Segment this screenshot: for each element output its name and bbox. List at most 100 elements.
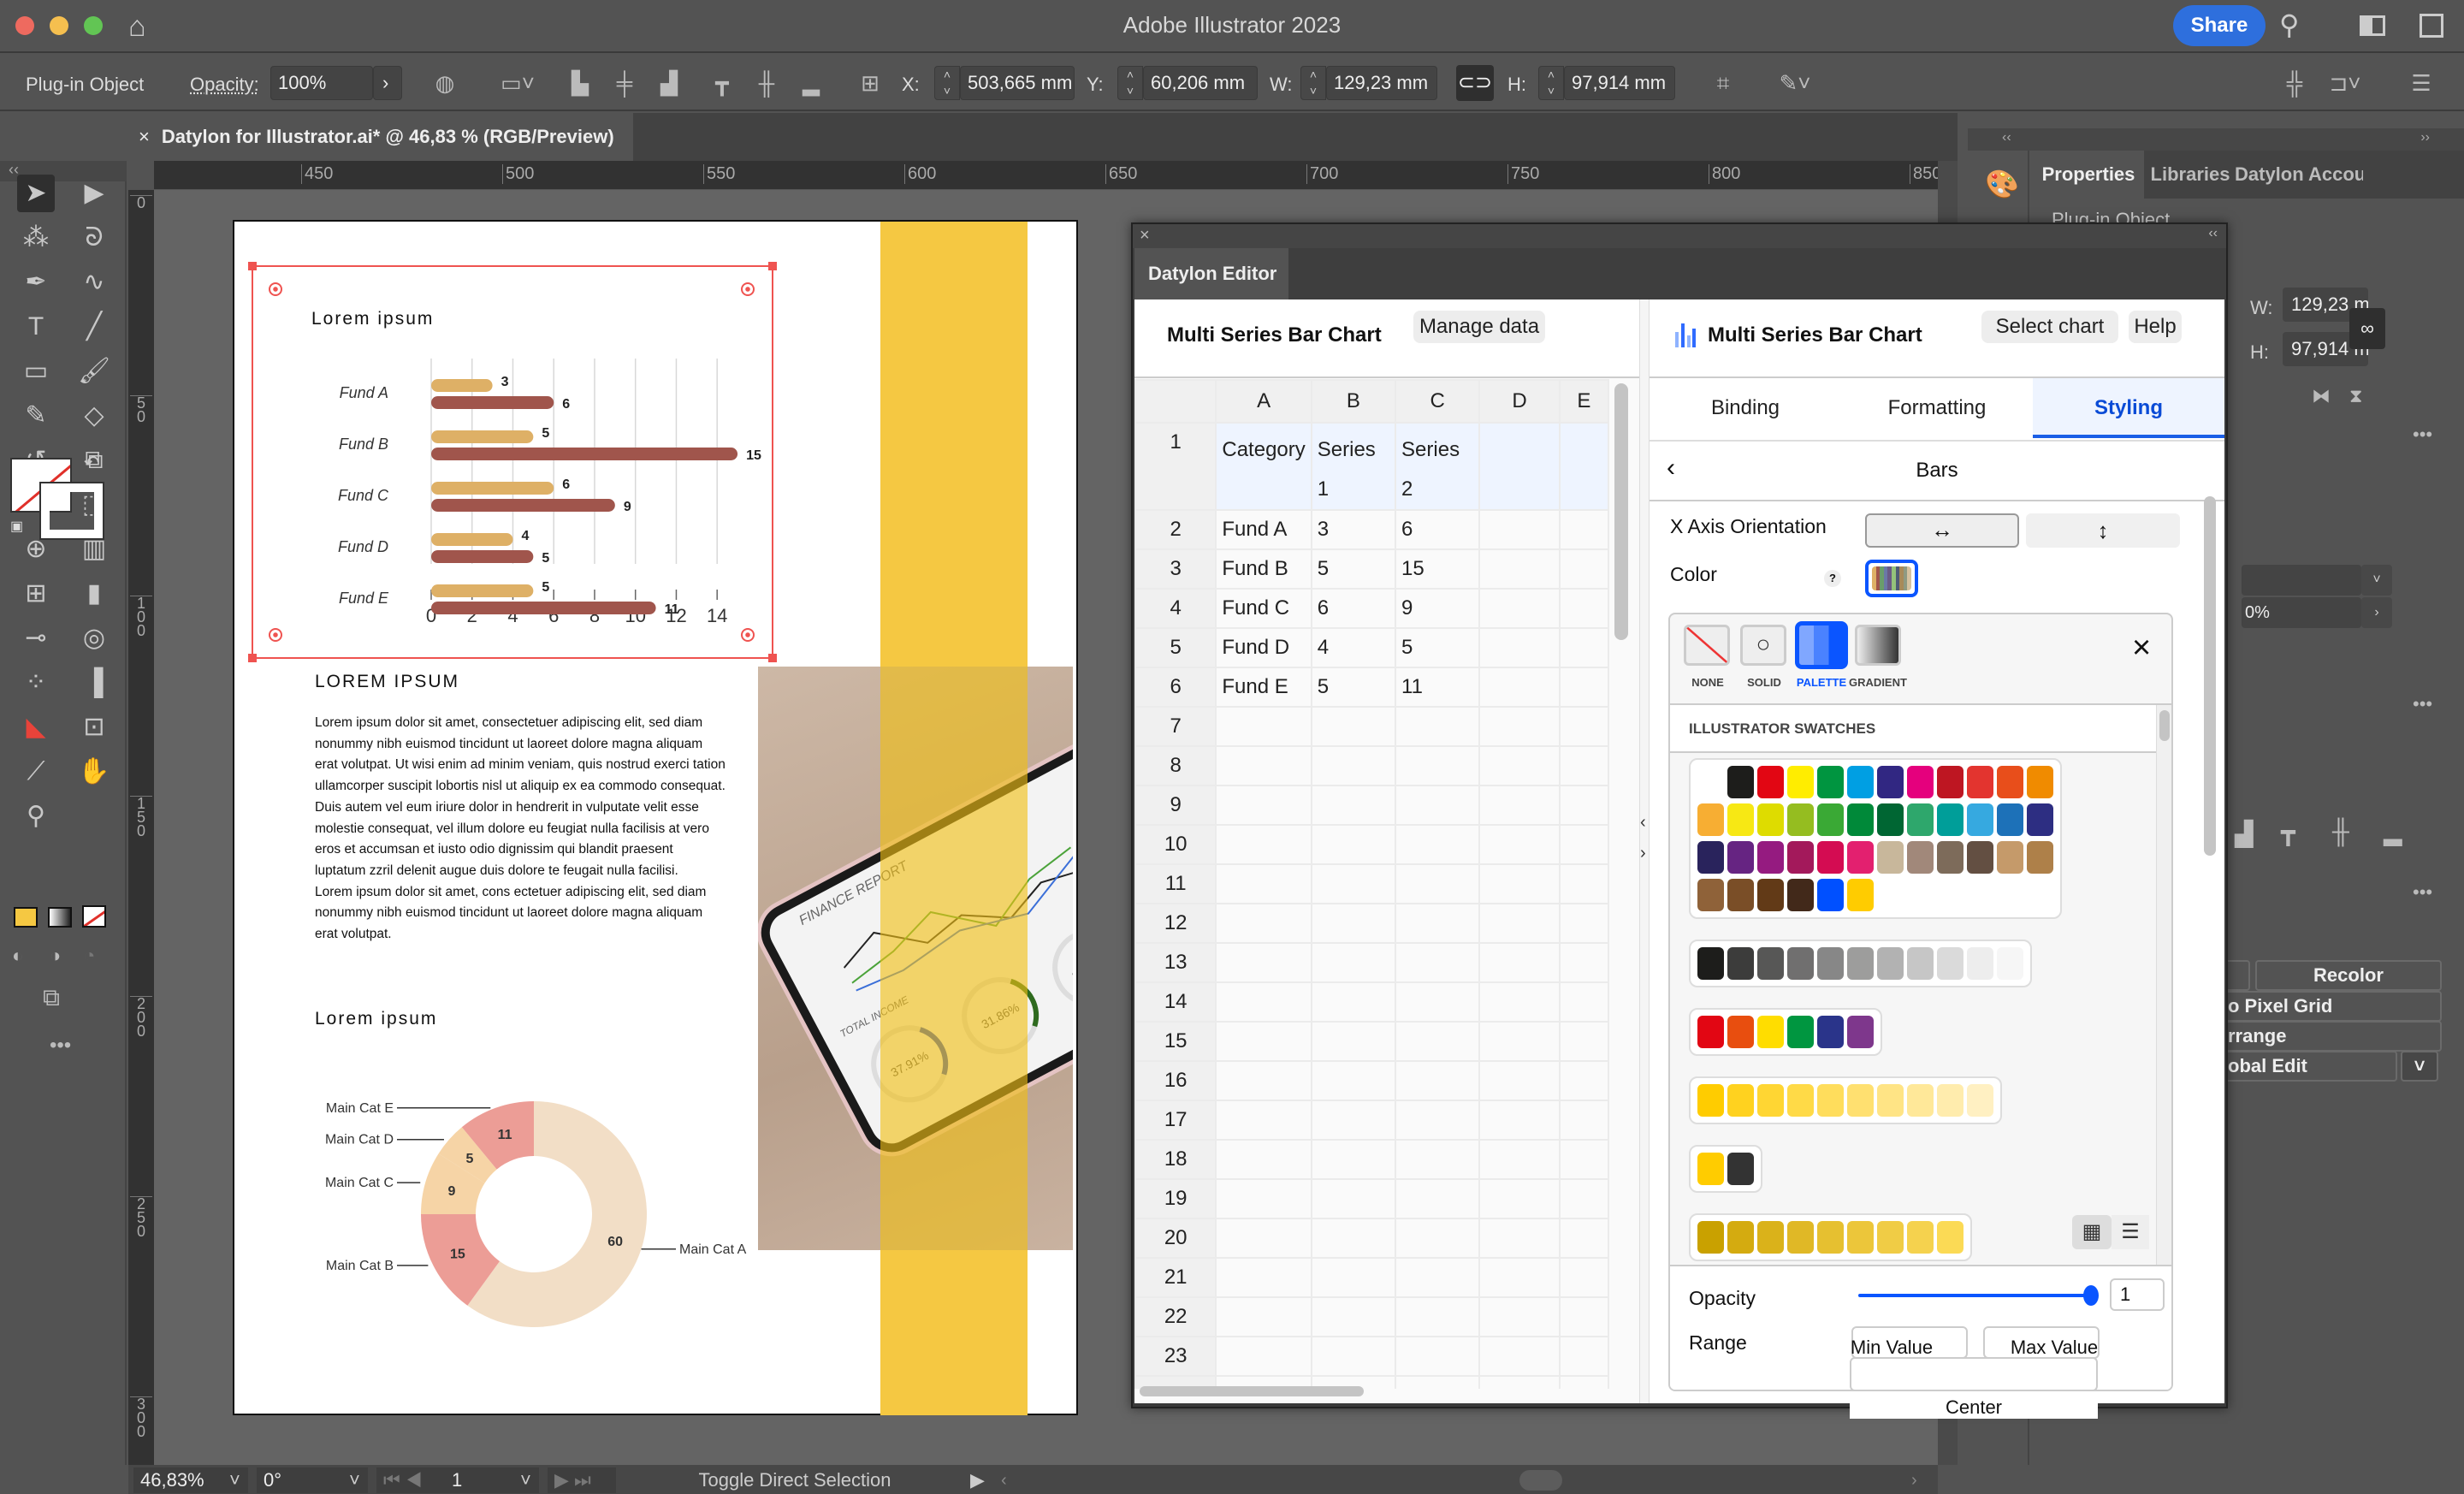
document-setup-icon[interactable]: ▭˅: [496, 68, 539, 98]
panel-collapse-bar[interactable]: ‹‹ ››: [1968, 128, 2464, 151]
share-button[interactable]: Share: [2173, 5, 2266, 46]
grid-cell[interactable]: 6: [1395, 509, 1481, 550]
grid-cell[interactable]: [1215, 1100, 1312, 1141]
scroll-left-icon[interactable]: ‹: [1001, 1471, 1007, 1491]
color-mode-none[interactable]: [1684, 625, 1730, 666]
color-swatch[interactable]: [1727, 1221, 1754, 1254]
prop-opacity-input[interactable]: 0%: [2242, 597, 2361, 628]
hand-tool-icon[interactable]: ✋: [75, 753, 113, 791]
color-swatch[interactable]: [1847, 879, 1874, 911]
swatch-group[interactable]: [1689, 1145, 1762, 1193]
pane-splitter[interactable]: ‹ ›: [1639, 299, 1650, 1403]
zoom-level-input[interactable]: 46,83%: [133, 1467, 222, 1493]
orientation-vertical-button[interactable]: ↕: [2026, 513, 2180, 548]
grid-cell[interactable]: [1310, 903, 1397, 944]
data-grid[interactable]: A B C D E 1 Category Series 1 Series 2 2 Fund A363…: [1134, 379, 1609, 1389]
color-swatch[interactable]: [1727, 1084, 1754, 1117]
color-swatch[interactable]: [1787, 841, 1814, 874]
recolor-button[interactable]: Recolor: [2255, 960, 2442, 991]
row-header[interactable]: 1: [1134, 422, 1217, 511]
swatches-scrollbar-thumb[interactable]: [2159, 710, 2170, 741]
grid-cell[interactable]: [1558, 1021, 1609, 1062]
color-swatch[interactable]: [1937, 1221, 1964, 1254]
grid-cell[interactable]: [1478, 942, 1561, 983]
color-swatch[interactable]: [1757, 1084, 1784, 1117]
row-header[interactable]: 14: [1134, 981, 1217, 1023]
grid-cell[interactable]: [1310, 1139, 1397, 1180]
color-swatch[interactable]: [1817, 1221, 1844, 1254]
grid-cell[interactable]: 3: [1310, 509, 1397, 550]
color-swatch[interactable]: [1847, 1084, 1874, 1117]
grid-cell[interactable]: [1215, 1257, 1312, 1298]
grid-cell[interactable]: [1478, 1296, 1561, 1337]
grid-cell[interactable]: [1310, 1178, 1397, 1219]
column-header[interactable]: B: [1310, 379, 1397, 424]
arrange-icon[interactable]: ⊐˅: [2324, 68, 2366, 98]
row-header[interactable]: 21: [1134, 1257, 1217, 1298]
grid-cell[interactable]: [1215, 1021, 1312, 1062]
stroke-swatch[interactable]: [39, 482, 104, 540]
resize-handle[interactable]: [768, 262, 777, 270]
grid-cell[interactable]: [1558, 1218, 1609, 1259]
grid-cell[interactable]: [1215, 824, 1312, 865]
color-palette-icon[interactable]: 🎨: [1985, 168, 2019, 200]
corner-widget[interactable]: [741, 628, 755, 642]
grid-cell[interactable]: [1215, 863, 1312, 904]
grid-cell[interactable]: [1395, 706, 1481, 747]
search-icon[interactable]: ⚲: [2279, 9, 2299, 41]
grid-cell[interactable]: [1478, 1336, 1561, 1377]
grid-cell[interactable]: 9: [1395, 588, 1481, 629]
prop-constrain-link-icon[interactable]: ∞: [2349, 308, 2385, 349]
color-swatch[interactable]: [1757, 766, 1784, 798]
grid-cell[interactable]: [1310, 863, 1397, 904]
default-colors-icon[interactable]: ▣: [10, 518, 23, 535]
swatch-group[interactable]: [1689, 1076, 2002, 1124]
grid-cell[interactable]: [1558, 1100, 1609, 1141]
y-input[interactable]: 60,206 mm: [1143, 66, 1258, 100]
color-swatch[interactable]: [1997, 766, 2023, 798]
rotation-input[interactable]: 0°: [257, 1467, 342, 1493]
grid-cell[interactable]: [1310, 745, 1397, 786]
grid-cell[interactable]: 5: [1310, 667, 1397, 708]
color-swatch[interactable]: [1727, 947, 1754, 980]
row-header[interactable]: 9: [1134, 785, 1217, 826]
color-swatch[interactable]: [1727, 1016, 1754, 1048]
color-swatch[interactable]: [1967, 1084, 1993, 1117]
screen-mode-icon[interactable]: [2420, 14, 2443, 38]
grid-cell[interactable]: Series 2: [1395, 422, 1481, 511]
help-button[interactable]: Help: [2129, 311, 2182, 343]
row-header[interactable]: 3: [1134, 548, 1217, 590]
color-swatch[interactable]: [1757, 1221, 1784, 1254]
grid-cell[interactable]: [1310, 706, 1397, 747]
color-swatch[interactable]: [1727, 879, 1754, 911]
color-swatch[interactable]: [2027, 841, 2053, 874]
grid-cell[interactable]: [1478, 1178, 1561, 1219]
collapse-left-icon[interactable]: ‹: [1640, 813, 1646, 833]
close-editor-icon[interactable]: ×: [1140, 226, 1150, 246]
opacity-label[interactable]: Opacity:: [190, 74, 259, 96]
distribute-icon[interactable]: ╬: [2279, 68, 2310, 98]
color-swatch[interactable]: [1697, 766, 1724, 798]
grid-cell[interactable]: [1395, 1218, 1481, 1259]
grid-cell[interactable]: [1395, 1257, 1481, 1298]
row-header[interactable]: 5: [1134, 627, 1217, 668]
appearance-more-button[interactable]: •••: [2413, 693, 2432, 715]
grid-view-icon[interactable]: ▦: [2072, 1215, 2112, 1249]
quick-action-button[interactable]: [2224, 960, 2250, 991]
color-swatch[interactable]: [1907, 1221, 1934, 1254]
zoom-dropdown-icon[interactable]: ˅: [222, 1467, 248, 1493]
edit-toolbar-more[interactable]: •••: [50, 1034, 71, 1058]
color-swatch[interactable]: [2027, 766, 2053, 798]
photo-phone[interactable]: FINANCE REPORT TOTAL INCOME 37.91% 31.86…: [758, 667, 1073, 1250]
w-input[interactable]: 129,23 mm: [1326, 66, 1437, 100]
row-header[interactable]: 23: [1134, 1336, 1217, 1377]
color-swatch[interactable]: [1697, 841, 1724, 874]
color-swatch[interactable]: [1697, 879, 1724, 911]
color-swatch[interactable]: [1817, 766, 1844, 798]
shaper-tool-icon[interactable]: ✎: [17, 397, 55, 435]
grid-cell[interactable]: [1478, 1257, 1561, 1298]
grid-cell[interactable]: [1215, 785, 1312, 826]
color-swatch[interactable]: [1787, 1084, 1814, 1117]
grid-cell[interactable]: [1215, 1060, 1312, 1101]
grid-corner[interactable]: [1134, 379, 1217, 424]
